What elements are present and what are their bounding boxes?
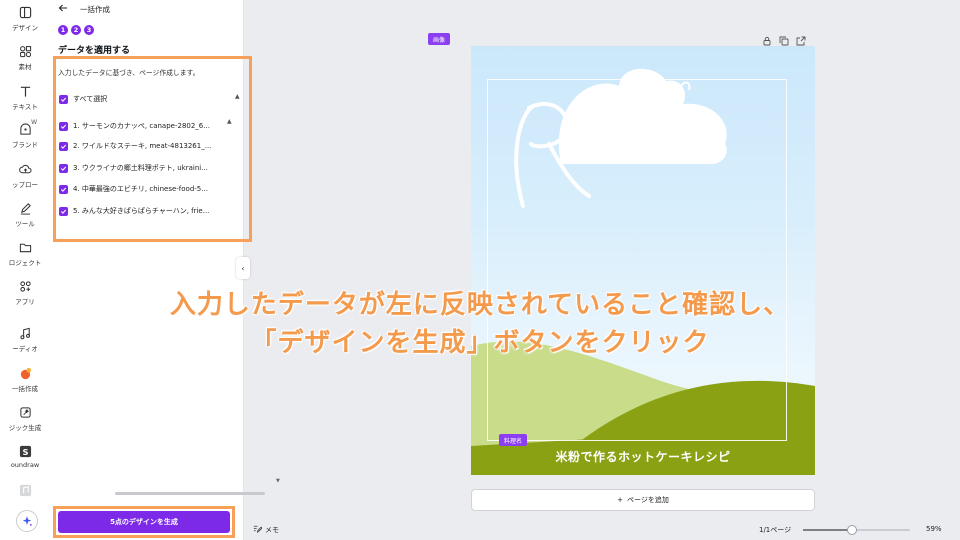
magic-media-icon — [18, 405, 32, 419]
zoom-slider-fill — [803, 529, 853, 531]
arrow-left-icon — [58, 3, 68, 15]
rail-item-soundraw[interactable]: S oundraw — [0, 444, 50, 469]
folder-icon — [18, 240, 32, 254]
panel-title: データを適用する — [58, 46, 131, 56]
brand-crown-badge: W — [31, 119, 37, 126]
notes-label: メモ — [265, 525, 279, 534]
rail-item-upload[interactable]: ップロー — [0, 162, 50, 189]
collapse-panel-button[interactable]: ‹ — [236, 257, 250, 279]
safe-area-guide — [487, 79, 787, 441]
back-button[interactable]: 一括作成 — [58, 3, 110, 15]
chevron-left-icon: ‹ — [241, 263, 245, 273]
text-icon — [18, 84, 32, 98]
page-count[interactable]: 1/1ページ — [759, 525, 791, 535]
instruction-line-2: 「デザインを生成」ボタンをクリック — [250, 328, 710, 358]
step-1: 1 — [58, 25, 68, 35]
zoom-level[interactable]: 59% — [926, 525, 942, 533]
highlight-generate-button — [53, 506, 235, 538]
step-2: 2 — [71, 25, 81, 35]
rail-item-design[interactable]: デザイン — [0, 5, 50, 32]
rail-item-elements[interactable]: 素材 — [0, 44, 50, 71]
app-placeholder-icon — [18, 483, 32, 497]
design-page[interactable]: 料理名 米粉で作るホットケーキレシピ — [471, 46, 815, 475]
scrollbar-thumb[interactable] — [115, 492, 265, 495]
add-page-button[interactable]: + ページを追加 — [471, 489, 815, 511]
recipe-title-text[interactable]: 米粉で作るホットケーキレシピ — [471, 448, 815, 465]
left-rail: デザイン 素材 テキスト W ブランド ップロー ツール ロジェクト アプリ ー… — [0, 0, 50, 540]
rail-item-projects[interactable]: ロジェクト — [0, 240, 50, 267]
instruction-line-1: 入力したデータが左に反映されていること確認し、 — [169, 290, 791, 320]
upload-icon — [18, 162, 32, 176]
svg-text:S: S — [22, 446, 28, 456]
notes-button[interactable]: メモ — [253, 524, 279, 535]
back-label: 一括作成 — [80, 4, 110, 14]
rail-item-more-app[interactable] — [0, 483, 50, 497]
bulk-create-icon — [18, 366, 32, 380]
sparkle-icon — [21, 512, 33, 531]
scroll-down-arrow-icon[interactable]: ▼ — [276, 478, 280, 484]
image-frame-tag: 画像 — [428, 33, 451, 45]
plus-icon: + — [617, 496, 623, 504]
rail-item-brand[interactable]: W ブランド — [0, 119, 50, 149]
horizontal-scrollbar[interactable] — [105, 490, 290, 496]
soundraw-icon: S — [18, 444, 32, 458]
zoom-slider[interactable] — [803, 525, 910, 535]
rail-item-text[interactable]: テキスト — [0, 84, 50, 111]
add-page-label: ページを追加 — [627, 496, 669, 504]
rail-item-draw[interactable]: ツール — [0, 201, 50, 228]
elements-icon — [18, 44, 32, 58]
magic-assistant-button[interactable] — [16, 510, 38, 532]
design-icon — [18, 5, 32, 19]
zoom-slider-handle[interactable] — [847, 525, 858, 535]
dish-name-tag: 料理名 — [499, 434, 528, 446]
brand-icon — [18, 122, 32, 136]
step-3: 3 — [84, 25, 94, 35]
rail-item-bulk-create[interactable]: 一括作成 — [0, 366, 50, 393]
step-indicator: 1 2 3 — [58, 25, 94, 35]
rail-item-magic-media[interactable]: ジック生成 — [0, 405, 50, 432]
draw-icon — [18, 201, 32, 215]
highlight-data-list — [53, 56, 252, 242]
notes-icon — [253, 524, 263, 535]
